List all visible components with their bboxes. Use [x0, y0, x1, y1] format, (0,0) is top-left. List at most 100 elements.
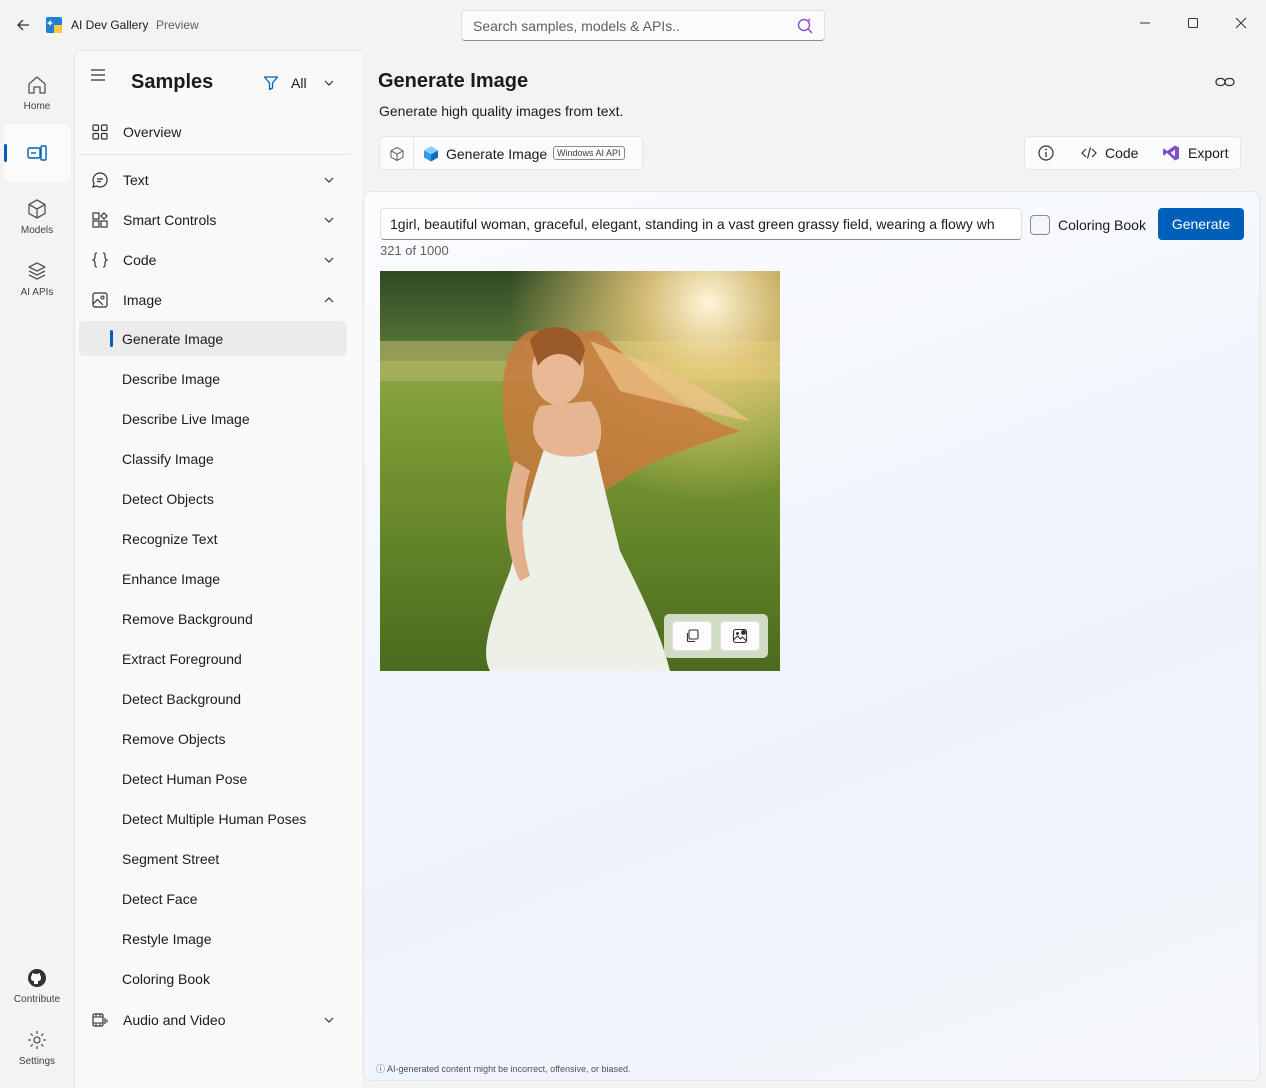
audio-video-icon: [92, 1013, 108, 1027]
nav-item-label: Restyle Image: [122, 931, 212, 947]
generated-image-picture: [380, 271, 780, 671]
chat-icon: [92, 172, 108, 188]
search-box[interactable]: [461, 10, 825, 41]
nav-item-label: Generate Image: [122, 331, 224, 347]
nav-category-code-label: Code: [123, 251, 157, 268]
nav-item-coloring-book[interactable]: Coloring Book: [79, 961, 347, 996]
minimize-button[interactable]: [1130, 8, 1160, 38]
nav-item-detect-face[interactable]: Detect Face: [79, 881, 347, 916]
nav-item-generate-image[interactable]: Generate Image: [79, 321, 347, 356]
maximize-icon: [1188, 18, 1198, 28]
nav-item-label: Remove Objects: [122, 731, 226, 747]
nav-category-text[interactable]: Text: [79, 162, 347, 197]
info-button[interactable]: [1037, 137, 1055, 169]
nav-category-smart-controls[interactable]: Smart Controls: [79, 202, 347, 237]
maximize-button[interactable]: [1178, 8, 1208, 38]
model-selector[interactable]: Generate Image Windows AI API: [379, 136, 643, 170]
nav-overview[interactable]: Overview: [79, 114, 347, 149]
nav-item-label: Classify Image: [122, 451, 214, 467]
save-image-button[interactable]: [720, 621, 760, 651]
nav-item-label: Remove Background: [122, 611, 253, 627]
rail-contribute[interactable]: Contribute: [4, 957, 70, 1015]
nav-item-remove-objects[interactable]: Remove Objects: [79, 721, 347, 756]
windows-ai-model-icon: [424, 146, 438, 162]
hamburger-icon: [91, 69, 105, 81]
home-icon: [28, 76, 46, 94]
app-logo-icon: [46, 17, 62, 33]
chevron-down-icon: [324, 257, 334, 263]
samples-icon: [27, 145, 47, 161]
gear-icon: [28, 1031, 46, 1049]
nav-item-detect-background[interactable]: Detect Background: [79, 681, 347, 716]
chevron-down-icon: [324, 1017, 334, 1023]
prompt-input[interactable]: [380, 208, 1022, 240]
action-bar: Code Export: [1024, 136, 1241, 170]
menu-toggle-button[interactable]: [89, 68, 107, 87]
model-name: Generate Image: [446, 146, 548, 162]
model-badge: Windows AI API: [553, 146, 625, 160]
nav-overview-label: Overview: [123, 123, 182, 140]
copy-link-button[interactable]: [1214, 72, 1236, 97]
image-toolbar: [664, 614, 768, 658]
nav-divider: [79, 154, 351, 155]
search-input[interactable]: [473, 17, 783, 34]
nav-item-label: Enhance Image: [122, 571, 221, 587]
coloring-book-checkbox[interactable]: [1030, 215, 1050, 235]
nav-category-image[interactable]: Image: [79, 282, 347, 317]
nav-item-enhance-image[interactable]: Enhance Image: [79, 561, 347, 596]
code-button[interactable]: Code: [1081, 137, 1138, 169]
copy-image-button[interactable]: [672, 621, 712, 651]
nav-item-label: Detect Face: [122, 891, 198, 907]
nav-item-segment-street[interactable]: Segment Street: [79, 841, 347, 876]
copy-icon: [686, 629, 699, 643]
info-icon: [1038, 145, 1054, 161]
nav-category-audio-video-label: Audio and Video: [123, 1011, 226, 1028]
nav-item-recognize-text[interactable]: Recognize Text: [79, 521, 347, 556]
character-counter: 321 of 1000: [380, 243, 449, 258]
app-preview-badge: Preview: [156, 18, 199, 32]
code-icon: [1081, 147, 1097, 159]
rail-ai-apis[interactable]: AI APIs: [4, 250, 70, 308]
nav-item-restyle-image[interactable]: Restyle Image: [79, 921, 347, 956]
nav-item-label: Extract Foreground: [122, 651, 242, 667]
rail-ai-apis-label: AI APIs: [20, 287, 54, 298]
nav-item-label: Recognize Text: [122, 531, 218, 547]
filter-dropdown[interactable]: All: [263, 75, 335, 91]
rail-settings[interactable]: Settings: [4, 1019, 70, 1077]
ai-search-icon[interactable]: [796, 17, 814, 35]
nav-category-code[interactable]: Code: [79, 242, 347, 277]
filter-value: All: [291, 75, 307, 91]
nav-item-describe-image[interactable]: Describe Image: [79, 361, 347, 396]
link-icon: [1215, 77, 1235, 87]
rail-active-indicator: [4, 144, 7, 162]
minimize-icon: [1140, 22, 1150, 24]
visual-studio-icon: [1163, 145, 1179, 161]
nav-item-remove-background[interactable]: Remove Background: [79, 601, 347, 636]
controls-icon: [92, 212, 108, 228]
nav-item-label: Detect Multiple Human Poses: [122, 811, 307, 827]
filter-icon: [263, 76, 279, 91]
rail-models-label: Models: [20, 225, 54, 236]
nav-item-extract-foreground[interactable]: Extract Foreground: [79, 641, 347, 676]
nav-item-detect-multiple-human-poses[interactable]: Detect Multiple Human Poses: [79, 801, 347, 836]
rail-home[interactable]: Home: [4, 64, 70, 122]
chevron-up-icon: [324, 297, 334, 303]
generate-button[interactable]: Generate: [1158, 208, 1244, 240]
nav-category-audio-video[interactable]: Audio and Video: [79, 1002, 347, 1037]
close-button[interactable]: [1226, 8, 1256, 38]
nav-item-detect-objects[interactable]: Detect Objects: [79, 481, 347, 516]
samples-pane: Samples All Overview Text Smart Controls…: [74, 50, 362, 1088]
export-button[interactable]: Export: [1162, 137, 1228, 169]
close-icon: [1235, 17, 1247, 29]
page-subtitle: Generate high quality images from text.: [379, 103, 624, 119]
code-label: Code: [1105, 145, 1139, 161]
nav-item-describe-live-image[interactable]: Describe Live Image: [79, 401, 347, 436]
rail-samples[interactable]: [4, 124, 70, 182]
nav-item-label: Segment Street: [122, 851, 220, 867]
nav-category-smart-controls-label: Smart Controls: [123, 211, 217, 228]
nav-item-detect-human-pose[interactable]: Detect Human Pose: [79, 761, 347, 796]
back-button[interactable]: [10, 12, 36, 38]
rail-models[interactable]: Models: [4, 188, 70, 246]
nav-item-classify-image[interactable]: Classify Image: [79, 441, 347, 476]
title-bar: AI Dev Gallery Preview: [0, 0, 1266, 50]
